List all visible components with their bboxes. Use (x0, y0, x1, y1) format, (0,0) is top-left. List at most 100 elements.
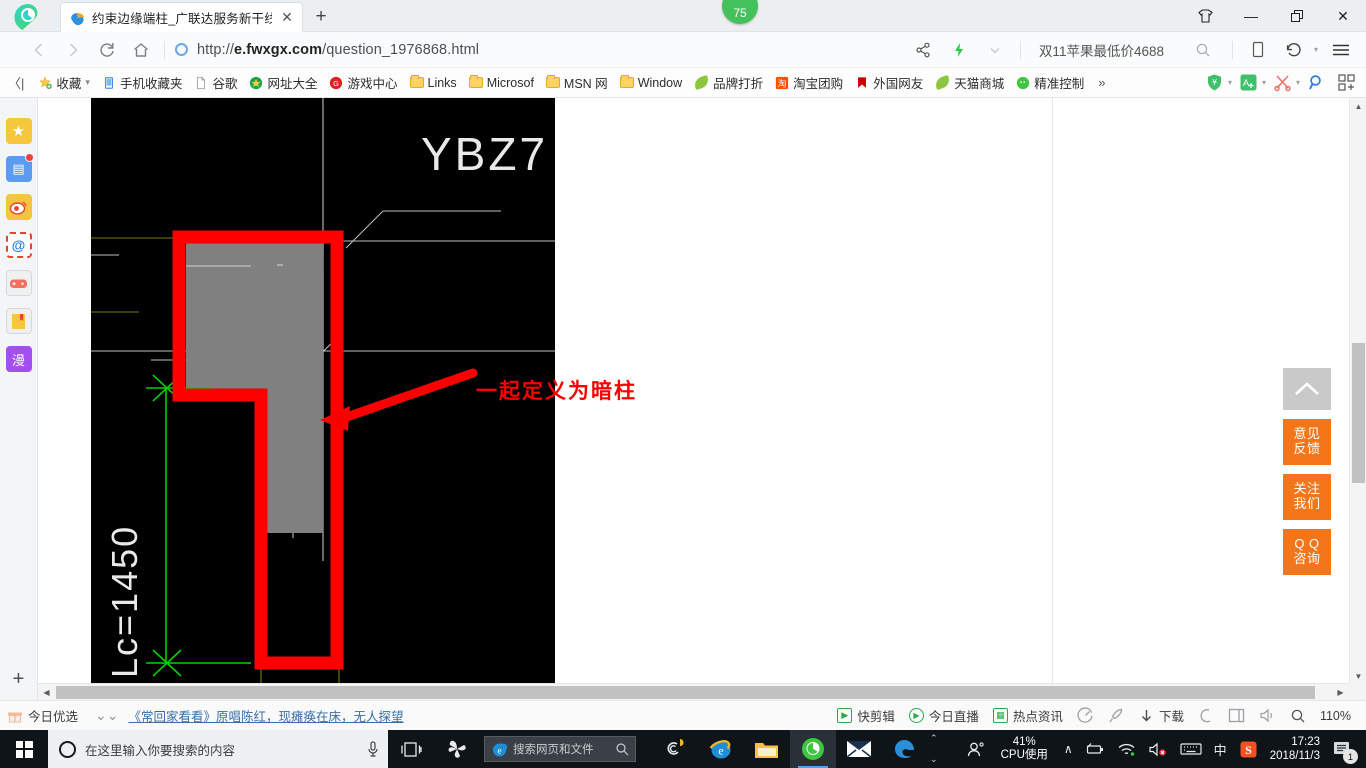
history-caret-icon[interactable]: ▾ (1314, 45, 1318, 54)
magnifier-icon[interactable] (1307, 73, 1326, 92)
bookmark-foreign-friends[interactable]: 外国网友 (849, 71, 929, 95)
start-button[interactable] (0, 730, 48, 768)
keyboard-icon[interactable] (1174, 730, 1208, 768)
wifi-icon[interactable] (1111, 730, 1142, 768)
bookmark-microsoft[interactable]: Microsof (463, 71, 540, 95)
ime-language-indicator[interactable]: 中 (1208, 730, 1233, 768)
hot-news-button[interactable]: ▦ 热点资讯 (986, 706, 1070, 725)
safe-shield-button[interactable] (1191, 708, 1221, 724)
tab-close-icon[interactable]: ✕ (278, 9, 296, 27)
ie-taskbar-search[interactable]: e 搜索网页和文件 (484, 736, 636, 762)
sidebar-item-favorites[interactable]: ★ (5, 118, 32, 144)
translate-icon[interactable]: A (1239, 73, 1258, 92)
search-icon[interactable] (615, 742, 629, 756)
browser-tab[interactable]: 约束边缘端柱_广联达服务新干线 ✕ (60, 2, 303, 32)
extensions-grid-icon[interactable] (1337, 73, 1356, 92)
bookmark-phone-favorites[interactable]: 手机收藏夹 (96, 71, 189, 95)
bookmark-game-center[interactable]: G 游戏中心 (323, 71, 403, 95)
bookmarks-overflow-button[interactable]: » (1090, 75, 1113, 90)
minimize-button[interactable]: — (1228, 0, 1274, 32)
bookmark-brand-discount[interactable]: 品牌打折 (688, 71, 769, 95)
double-chevron-down-icon[interactable]: ⌄⌄ (85, 707, 128, 724)
vertical-scroll-thumb[interactable] (1352, 343, 1365, 483)
chevron-down-icon[interactable]: ▾ (1262, 78, 1266, 87)
download-button[interactable]: 下载 (1132, 706, 1191, 725)
taskbar-app-cortana[interactable] (652, 730, 698, 768)
tray-expand-chevron-icon[interactable]: ∧ (1058, 730, 1079, 768)
feedback-button[interactable]: 意见 反馈 (1283, 419, 1331, 465)
bookmark-taobao-group[interactable]: 淘 淘宝团购 (769, 71, 849, 95)
today-picks-button[interactable]: 今日优选 (0, 706, 85, 725)
home-button[interactable] (124, 35, 158, 65)
forward-button[interactable] (56, 35, 90, 65)
task-view-button[interactable] (388, 730, 434, 768)
scroll-up-arrow[interactable]: ▲ (1350, 98, 1366, 115)
chevron-down-icon[interactable]: ⌄ (930, 755, 938, 764)
split-window-button[interactable] (1221, 708, 1252, 723)
follow-us-button[interactable]: 关注 我们 (1283, 474, 1331, 520)
chevron-down-icon[interactable]: ▾ (85, 77, 90, 88)
taskbar-app-explorer[interactable] (744, 730, 790, 768)
clock[interactable]: 17:23 2018/11/3 (1264, 735, 1328, 763)
taskbar-app-ie[interactable]: e (698, 730, 744, 768)
bookmark-msn[interactable]: MSN 网 (540, 71, 614, 95)
microphone-icon[interactable] (366, 740, 380, 758)
sidebar-item-mail[interactable]: @ (5, 232, 32, 258)
chevron-up-icon[interactable]: ⌃ (930, 734, 938, 743)
bookmark-precise-control[interactable]: 精准控制 (1010, 71, 1090, 95)
volume-button[interactable] (1252, 708, 1283, 723)
sidebar-item-novel[interactable] (5, 308, 32, 334)
bookmark-links[interactable]: Links (404, 71, 463, 95)
close-button[interactable]: ✕ (1320, 0, 1366, 32)
share-icon[interactable] (906, 35, 940, 65)
taskbar-app-edge[interactable] (882, 730, 928, 768)
qq-consult-button[interactable]: Q Q 咨询 (1283, 529, 1331, 575)
taskbar-scroll-arrows[interactable]: ⌃ ⌄ (928, 734, 940, 764)
cpu-usage-indicator[interactable]: 41% CPU使用 (991, 736, 1058, 762)
scissors-icon[interactable] (1273, 73, 1292, 92)
scroll-right-arrow[interactable]: ▶ (1332, 684, 1349, 701)
status-news-link[interactable]: 《常回家看看》原唱陈红，现瘫痪在床，无人探望 (128, 706, 403, 725)
sidebar-item-news[interactable]: ▤ (5, 153, 34, 182)
mobile-view-icon[interactable] (1241, 35, 1275, 65)
bookmark-window[interactable]: Window (614, 71, 688, 95)
address-bar[interactable]: http://e.fwxgx.com/question_1976868.html (171, 35, 906, 65)
page-search-button[interactable] (1283, 708, 1313, 724)
horizontal-scroll-thumb[interactable] (56, 686, 1315, 699)
hamburger-menu-icon[interactable] (1324, 35, 1358, 65)
back-to-top-button[interactable] (1283, 368, 1331, 410)
chevron-down-icon[interactable]: ▾ (1296, 78, 1300, 87)
rocket-button[interactable] (1101, 707, 1132, 724)
new-tab-button[interactable]: + (308, 5, 334, 29)
maximize-button[interactable] (1274, 0, 1320, 32)
volume-muted-icon[interactable] (1142, 730, 1174, 768)
bookmark-hao123[interactable]: 网址大全 (243, 71, 323, 95)
bookmarks-collapse-button[interactable]: 〈| (0, 73, 32, 92)
speed-button[interactable] (1070, 707, 1101, 724)
sidebar-add-button[interactable]: + (6, 666, 32, 692)
sidebar-item-games[interactable] (5, 270, 32, 296)
search-icon[interactable] (1186, 35, 1220, 65)
theme-shirt-icon[interactable] (1182, 0, 1228, 32)
taskbar-app-mail[interactable] (836, 730, 882, 768)
history-back-icon[interactable] (1277, 35, 1311, 65)
chevron-down-icon[interactable]: ▾ (1228, 78, 1232, 87)
taskbar-app-360browser[interactable] (790, 730, 836, 768)
chevron-down-icon[interactable] (978, 35, 1012, 65)
vertical-scrollbar[interactable]: ▲ ▼ (1349, 98, 1366, 685)
cortana-search-box[interactable]: 在这里输入你要搜索的内容 (48, 730, 388, 768)
scroll-left-arrow[interactable]: ◀ (38, 684, 55, 701)
site-info-icon[interactable] (175, 43, 188, 56)
back-button[interactable] (22, 35, 56, 65)
taskbar-app-pinwheel[interactable] (434, 730, 480, 768)
bookmark-google[interactable]: 谷歌 (188, 71, 243, 95)
shield-icon[interactable]: ¥ (1205, 73, 1224, 92)
sidebar-item-comics[interactable]: 漫 (5, 346, 32, 372)
notification-center-button[interactable]: 1 (1328, 730, 1362, 768)
sogou-icon[interactable]: S (1233, 730, 1264, 768)
horizontal-scrollbar[interactable]: ◀ ▶ (38, 683, 1349, 700)
battery-icon[interactable] (1079, 730, 1111, 768)
bookmark-favorites[interactable]: 收藏 ▾ (32, 71, 96, 95)
search-box[interactable]: 双11苹果最低价4688 (1029, 35, 1224, 65)
download-progress-badge[interactable]: 75 (722, 0, 758, 24)
